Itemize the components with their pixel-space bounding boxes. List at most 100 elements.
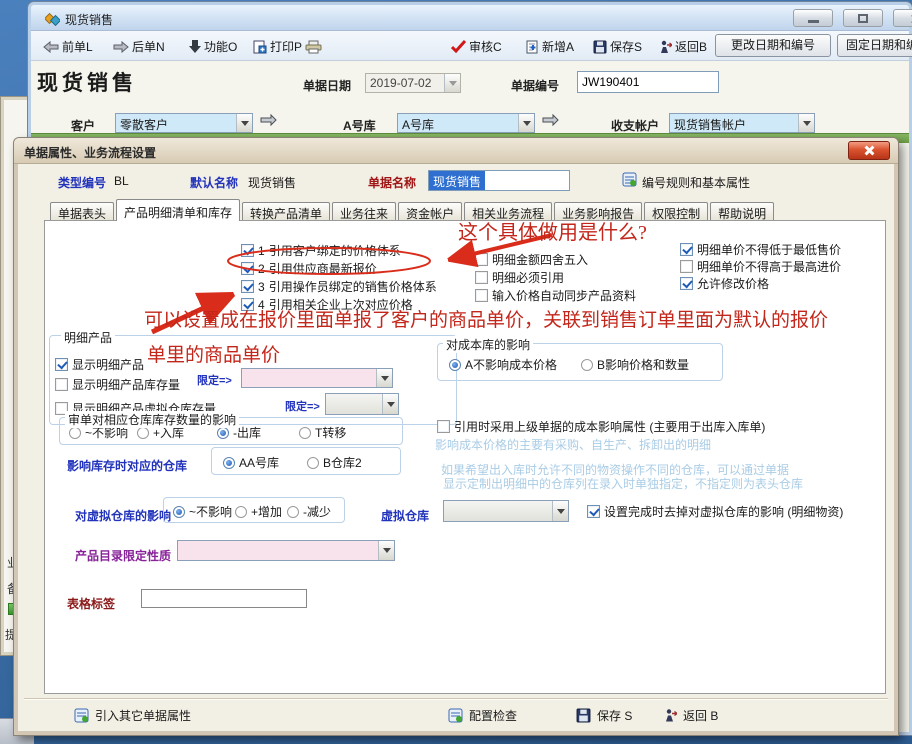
table-tag-input[interactable] [141,589,307,608]
browse-icon[interactable] [541,113,559,127]
dropdown-arrow-icon[interactable] [518,114,534,132]
hint-text: 影响成本价格的主要有采购、自生产、拆卸出的明细 [435,436,711,453]
document-header-form: 现货销售 单据日期 2019-07-02 单据编号 客户 零散客户 A号库 A号… [31,61,909,143]
stock-limit-combo[interactable] [241,368,393,388]
checkbox-box [587,505,600,518]
checkbox-box [241,298,254,311]
account-combo[interactable]: 现货销售帐户 [669,113,815,133]
tab-business-contacts[interactable]: 业务往来 [332,202,396,221]
radio-virtual-none[interactable]: ~不影响 [173,504,232,519]
checkbox-box [475,253,488,266]
main-toolbar: 前单L 后单N 功能O 打印P 审核C 新增A 保存S 返回B [31,31,909,61]
tab-permission[interactable]: 权限控制 [644,202,708,221]
radio-circle [287,506,299,518]
radio-virtual-add[interactable]: +增加 [235,504,282,519]
audit-button[interactable]: 审核C [451,38,502,55]
print-button[interactable]: 打印P [253,38,322,55]
tab-related-flow[interactable]: 相关业务流程 [464,202,552,221]
rules-icon [622,172,637,187]
tab-fund-account[interactable]: 资金帐户 [398,202,462,221]
dropdown-arrow-icon[interactable] [376,369,392,387]
checkbox-detail-must-reference[interactable]: 明细必须引用 [475,270,564,285]
date-picker[interactable]: 2019-07-02 [365,73,461,93]
dropdown-arrow-icon[interactable] [552,501,568,521]
function-menu-button[interactable]: 功能O [189,38,237,55]
printer-icon [305,40,322,54]
tab-help[interactable]: 帮助说明 [710,202,774,221]
dropdown-arrow-icon[interactable] [236,114,252,132]
checkbox-price-sync-product[interactable]: 输入价格自动同步产品资料 [475,288,636,303]
doc-name-input[interactable]: 现货销售 [428,170,570,191]
radio-cost-impact-price-qty[interactable]: B影响价格和数量 [581,357,689,372]
checkbox-amount-rounding[interactable]: 明细金额四舍五入 [475,252,588,267]
checkbox-show-detail-product[interactable]: 显示明细产品 [55,357,144,372]
warehouse-combo[interactable]: A号库 [397,113,535,133]
tab-convert-list[interactable]: 转换产品清单 [242,202,330,221]
fixed-date-number-button[interactable]: 固定日期和编号 [837,34,912,57]
exit-person-icon [664,708,677,723]
prev-doc-button[interactable]: 前单L [43,38,93,55]
checkbox-allow-modify-price[interactable]: 允许修改价格 [680,276,769,291]
radio-warehouse-aa[interactable]: AA号库 [223,455,279,470]
virtual-stock-limit-combo[interactable] [325,393,399,415]
import-other-attrs-button[interactable]: 引入其它单据属性 [74,707,191,724]
checkbox-operator-price-system[interactable]: 3引用操作员绑定的销售价格体系 [241,279,437,294]
import-icon [74,708,89,723]
tab-impact-report[interactable]: 业务影响报告 [554,202,642,221]
radio-circle [69,427,81,439]
add-new-button[interactable]: 新增A [525,38,574,55]
rules-link[interactable]: 编号规则和基本属性 [642,174,750,191]
return-button[interactable]: 返回B [659,38,707,55]
checkbox-show-detail-stock[interactable]: 显示明细产品库存量 [55,377,180,392]
dialog-close-button[interactable] [848,141,890,160]
dropdown-arrow-icon[interactable] [798,114,814,132]
hand-left-icon [43,41,59,53]
dropdown-arrow-icon[interactable] [378,541,394,560]
default-name-value: 现货销售 [248,174,296,191]
checkbox-not-above-max-price[interactable]: 明细单价不得高于最高进价 [680,259,841,274]
tab-doc-header[interactable]: 单据表头 [50,202,114,221]
detail-product-group-title: 明细产品 [61,329,115,346]
radio-circle [235,506,247,518]
virtual-warehouse-combo[interactable] [443,500,569,522]
dialog-save-button[interactable]: 保存 S [576,707,632,724]
minimize-button[interactable] [793,9,833,27]
radio-virtual-minus[interactable]: -减少 [287,504,331,519]
radio-cost-no-impact[interactable]: A不影响成本价格 [449,357,557,372]
next-doc-button[interactable]: 后单N [113,38,165,55]
checkbox-remove-virtual-impact[interactable]: 设置完成时去掉对虚拟仓库的影响 (明细物资) [587,504,843,519]
new-doc-icon [525,40,539,54]
doc-number-label: 单据编号 [511,77,559,94]
radio-circle [223,457,235,469]
checkbox-use-parent-cost-attr[interactable]: 引用时采用上级单据的成本影响属性 (主要用于出库入库单) [437,419,765,434]
radio-warehouse-b2[interactable]: B仓库2 [307,455,362,470]
radio-circle [137,427,149,439]
doc-name-label: 单据名称 [368,174,416,191]
checkbox-supplier-latest-quote[interactable]: 2引用供应商最新报价 [241,261,377,276]
save-button[interactable]: 保存S [593,38,642,55]
catalog-limit-combo[interactable] [177,540,395,561]
radio-audit-transfer[interactable]: T转移 [299,425,346,440]
config-check-button[interactable]: 配置检查 [448,707,517,724]
dialog-return-button[interactable]: 返回 B [664,707,718,724]
maximize-icon [858,14,868,23]
type-number-value: BL [114,174,129,188]
tab-product-detail-stock[interactable]: 产品明细清单和库存 [116,199,240,221]
checkbox-box [680,260,693,273]
browse-icon[interactable] [259,113,277,127]
doc-number-input[interactable] [577,71,719,93]
checkbox-related-company-price[interactable]: 4引用相关企业上次对应价格 [241,297,413,312]
customer-combo[interactable]: 零散客户 [115,113,253,133]
close-button[interactable] [893,9,912,27]
hand-right-icon [113,41,129,53]
type-number-label: 类型编号 [58,174,106,191]
dropdown-arrow-icon[interactable] [444,74,460,92]
checkbox-quote-customer-price[interactable]: 1引用客户绑定的价格体系 [241,243,401,258]
print-setup-icon [253,40,267,54]
maximize-button[interactable] [843,9,883,27]
change-date-number-button[interactable]: 更改日期和编号 [715,34,831,57]
dialog-titlebar: 单据属性、业务流程设置 [14,138,898,164]
warehouse-impact-label: 影响库存时对应的仓库 [67,457,187,474]
checkbox-not-below-min-price[interactable]: 明细单价不得低于最低售价 [680,242,841,257]
dropdown-arrow-icon[interactable] [382,394,398,414]
